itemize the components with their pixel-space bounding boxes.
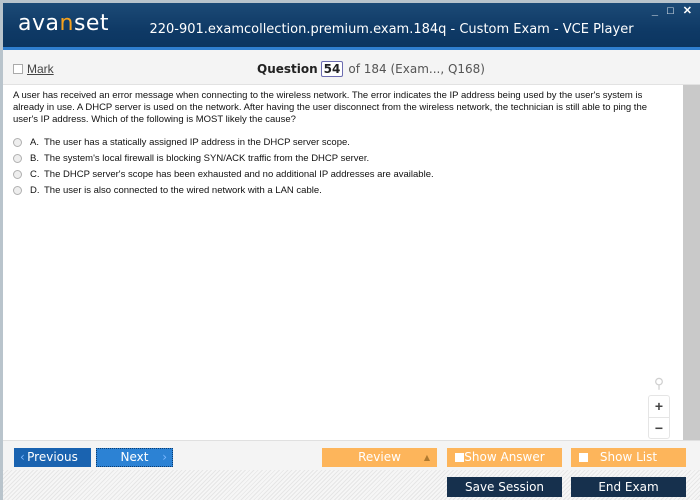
- answer-letter: B.: [30, 152, 39, 164]
- vce-player-window: avanset 220-901.examcollection.premium.e…: [3, 3, 700, 500]
- mark-checkbox-box[interactable]: [13, 64, 23, 74]
- zoom-box: + −: [648, 395, 670, 439]
- radio-button[interactable]: [13, 185, 22, 195]
- close-button[interactable]: ✕: [683, 4, 695, 17]
- show-answer-button[interactable]: Show Answer: [447, 448, 562, 467]
- question-label: Question: [257, 62, 318, 76]
- zoom-out-button[interactable]: −: [649, 417, 669, 438]
- question-counter: Question 54 of 184 (Exam..., Q168): [257, 61, 485, 77]
- navigation-bar: ‹ Previous Next › Review ▲ Show Answer S…: [3, 440, 700, 470]
- answer-option-a[interactable]: A. The user has a statically assigned IP…: [13, 134, 673, 150]
- title-bar: avanset 220-901.examcollection.premium.e…: [3, 3, 700, 50]
- mark-checkbox[interactable]: Mark: [13, 62, 54, 76]
- next-label: Next: [120, 450, 149, 464]
- radio-button[interactable]: [13, 137, 22, 147]
- save-session-button[interactable]: Save Session: [447, 477, 562, 497]
- show-list-button[interactable]: Show List: [571, 448, 686, 467]
- radio-button[interactable]: [13, 169, 22, 179]
- checkbox-icon: [579, 453, 588, 462]
- answer-list: A. The user has a statically assigned IP…: [13, 134, 673, 198]
- checkbox-icon: [455, 453, 464, 462]
- zoom-in-button[interactable]: +: [649, 396, 669, 417]
- question-number-input[interactable]: 54: [320, 61, 344, 77]
- previous-button[interactable]: ‹ Previous: [14, 448, 91, 467]
- vertical-scrollbar[interactable]: [683, 85, 700, 440]
- show-list-label: Show List: [599, 450, 658, 464]
- answer-text: The DHCP server's scope has been exhaust…: [44, 168, 434, 180]
- minimize-button[interactable]: _: [652, 5, 661, 17]
- chevron-left-icon: ‹: [20, 450, 25, 464]
- question-content: A user has received an error message whe…: [3, 85, 683, 440]
- mark-label: Mark: [27, 62, 54, 76]
- answer-text: The system's local firewall is blocking …: [44, 152, 370, 164]
- triangle-up-icon: ▲: [423, 453, 430, 462]
- answer-option-b[interactable]: B. The system's local firewall is blocki…: [13, 150, 673, 166]
- window-controls: _ □ ✕: [652, 4, 695, 17]
- footer-bar: Save Session End Exam: [3, 470, 700, 500]
- question-total: of 184 (Exam..., Q168): [348, 62, 485, 76]
- zoom-tools: ⚲ + −: [648, 375, 670, 439]
- answer-letter: D.: [30, 184, 40, 196]
- question-text: A user has received an error message whe…: [13, 90, 648, 125]
- window-title: 220-901.examcollection.premium.exam.184q…: [149, 22, 634, 37]
- chevron-right-icon: ›: [162, 450, 167, 464]
- previous-label: Previous: [27, 450, 78, 464]
- show-answer-label: Show Answer: [464, 450, 545, 464]
- review-button[interactable]: Review ▲: [322, 448, 437, 467]
- answer-option-d[interactable]: D. The user is also connected to the wir…: [13, 182, 673, 198]
- maximize-button[interactable]: □: [667, 5, 677, 17]
- magnifier-icon[interactable]: ⚲: [648, 375, 670, 393]
- answer-letter: A.: [30, 136, 39, 148]
- answer-text: The user is also connected to the wired …: [44, 184, 322, 196]
- answer-letter: C.: [30, 168, 40, 180]
- question-bar: Mark Question 54 of 184 (Exam..., Q168): [3, 53, 700, 85]
- end-exam-button[interactable]: End Exam: [571, 477, 686, 497]
- review-label: Review: [358, 450, 401, 464]
- next-button[interactable]: Next ›: [96, 448, 173, 467]
- answer-text: The user has a statically assigned IP ad…: [44, 136, 350, 148]
- radio-button[interactable]: [13, 153, 22, 163]
- answer-option-c[interactable]: C. The DHCP server's scope has been exha…: [13, 166, 673, 182]
